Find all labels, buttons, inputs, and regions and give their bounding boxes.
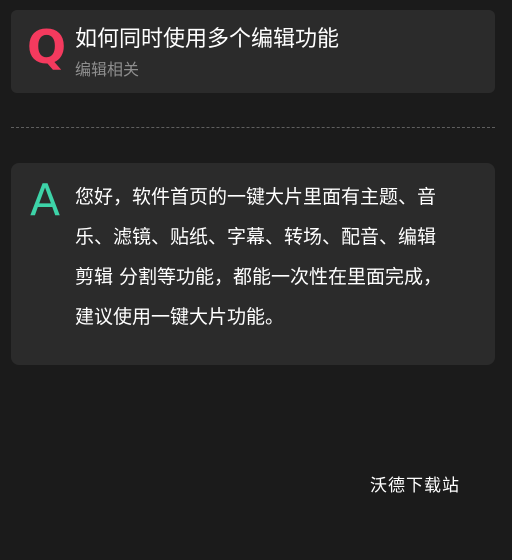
answer-marker: A <box>30 175 61 226</box>
question-card: Q 如何同时使用多个编辑功能 编辑相关 <box>11 10 495 93</box>
question-title: 如何同时使用多个编辑功能 <box>75 27 340 52</box>
question-category: 编辑相关 <box>75 60 140 79</box>
answer-line: 剪辑 分割等功能，都能一次性在里面完成， <box>75 266 443 288</box>
answer-line: 乐、滤镜、贴纸、字幕、转场、配音、编辑 <box>75 226 437 248</box>
answer-line: 建议使用一键大片功能。 <box>75 306 285 328</box>
dashed-divider <box>11 127 495 128</box>
answer-card: A 您好，软件首页的一键大片里面有主题、音 乐、滤镜、贴纸、字幕、转场、配音、编… <box>11 163 495 365</box>
answer-line: 您好，软件首页的一键大片里面有主题、音 <box>75 186 437 208</box>
answer-text: 您好，软件首页的一键大片里面有主题、音 乐、滤镜、贴纸、字幕、转场、配音、编辑 … <box>75 177 475 337</box>
question-marker: Q <box>27 20 67 74</box>
watermark-text: 沃德下载站 <box>370 476 460 496</box>
